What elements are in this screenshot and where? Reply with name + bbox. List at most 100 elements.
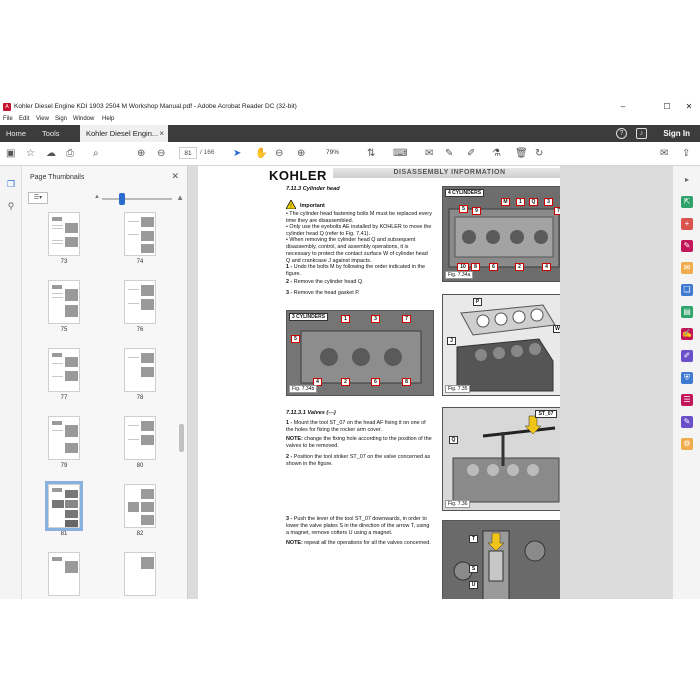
tab-tools[interactable]: Tools (42, 125, 60, 142)
panel-close-icon[interactable]: ✕ (171, 171, 179, 182)
thumbnail-page[interactable]: 79 (44, 416, 84, 469)
title-bar: A Kohler Diesel Engine KDI 1903 2504 M W… (0, 100, 700, 114)
rotate-icon[interactable]: ↻ (535, 147, 543, 161)
keyboard-icon[interactable]: ⌨ (393, 147, 407, 161)
menu-window[interactable]: Window (73, 116, 94, 122)
menu-view[interactable]: View (36, 116, 49, 122)
figure-tag: 6 (371, 378, 380, 386)
step-text: Position the tool striker ST_07 on the v… (286, 454, 431, 467)
cylinder-head-illustration (300, 330, 422, 384)
step-text: Mount the tool ST_07 on the head AF fixi… (286, 420, 426, 433)
combine-files-icon[interactable]: ❏ (681, 284, 693, 296)
protect-icon[interactable]: ⛨ (681, 372, 693, 384)
prepare-form-icon[interactable]: ☰ (681, 394, 693, 406)
page-total: / 166 (200, 149, 215, 156)
search-icon[interactable]: ⌕ (93, 147, 99, 161)
figure-tag: U (469, 581, 478, 589)
thumbnail-label: 82 (136, 531, 144, 537)
request-signatures-icon[interactable]: ✎ (681, 416, 693, 428)
more-tools-icon[interactable]: ⚙ (681, 438, 693, 450)
thumbnail-page-selected[interactable]: 81 (44, 481, 84, 537)
draw-icon[interactable]: ✐ (467, 147, 475, 161)
menu-file[interactable]: File (3, 116, 13, 122)
thumbnail-image (124, 212, 156, 256)
select-cursor-icon[interactable]: ➤ (233, 147, 241, 161)
thumbnail-image (124, 484, 156, 528)
previous-page-icon[interactable]: ⊕ (137, 147, 145, 161)
fill-sign-icon[interactable]: ✍ (681, 328, 693, 340)
thumbnail-page[interactable]: 76 (120, 280, 160, 333)
pdf-page: KOHLER DISASSEMBLY INFORMATION 7 7.11.3 … (198, 166, 560, 599)
thumbnails-scrollbar[interactable] (178, 212, 186, 599)
thumbnail-page[interactable]: 82 (120, 484, 160, 537)
menu-sign[interactable]: Sign (55, 116, 67, 122)
window-title: Kohler Diesel Engine KDI 1903 2504 M Wor… (14, 103, 297, 110)
save-icon[interactable]: ▣ (6, 147, 15, 161)
print-icon[interactable]: ⎙ (66, 147, 74, 161)
step-number: NOTE: (286, 540, 303, 546)
delete-icon[interactable]: 🗑 (515, 147, 528, 161)
thumbnail-page[interactable]: 74 (120, 212, 160, 265)
figure-tag: 1 (341, 315, 350, 323)
minimize-button[interactable]: – (612, 101, 634, 113)
thumbnail-image (48, 416, 80, 460)
email-icon[interactable]: ✉ (660, 147, 668, 161)
tab-home[interactable]: Home (6, 125, 26, 142)
page-thumbnails-icon[interactable]: ❐ (5, 178, 17, 190)
document-view[interactable]: KOHLER DISASSEMBLY INFORMATION 7 7.11.3 … (188, 166, 700, 599)
attachments-icon[interactable]: ⚲ (5, 200, 17, 212)
thumbnail-page[interactable]: 78 (120, 348, 160, 401)
thumbnail-page[interactable] (44, 552, 84, 596)
menu-help[interactable]: Help (102, 116, 114, 122)
large-mountain-icon: ▲ (176, 193, 184, 202)
tab-close-icon[interactable]: × (159, 125, 164, 142)
bookmark-star-icon[interactable]: ☆ (26, 147, 35, 161)
tab-document-label: Kohler Diesel Engin... (86, 129, 159, 138)
thumbnail-options-icon[interactable]: ☰▾ (28, 192, 48, 204)
hand-tool-icon[interactable]: ✋ (255, 147, 267, 161)
thumbnail-page[interactable]: 73 (44, 212, 84, 265)
step-number: 3 - (286, 290, 293, 296)
menu-edit[interactable]: Edit (19, 116, 29, 122)
comment-icon[interactable]: ✉ (425, 147, 433, 161)
thumbnail-size-slider[interactable]: ▲ ▲ (94, 193, 184, 205)
tab-bar: Home Tools Kohler Diesel Engin... × ? ♪ … (0, 125, 700, 142)
next-page-icon[interactable]: ⊖ (157, 147, 165, 161)
fit-page-icon[interactable]: ⇅ (367, 147, 375, 161)
thumbnail-page[interactable] (120, 552, 160, 596)
thumbnail-page[interactable]: 75 (44, 280, 84, 333)
figure-tag: M (501, 198, 510, 206)
help-icon[interactable]: ? (616, 128, 627, 139)
maximize-button[interactable]: ☐ (656, 101, 678, 113)
comment-tool-icon[interactable]: ✉ (681, 262, 693, 274)
left-navigation-rail: ❐ ⚲ (0, 166, 22, 599)
close-window-button[interactable]: ✕ (678, 101, 700, 113)
notifications-icon[interactable]: ♪ (636, 128, 647, 139)
create-pdf-icon[interactable]: + (681, 218, 693, 230)
sign-in-link[interactable]: Sign In (663, 125, 690, 142)
thumbnail-label: 74 (136, 259, 144, 265)
organize-pages-icon[interactable]: ▤ (681, 306, 693, 318)
thumbnail-page[interactable]: 77 (44, 348, 84, 401)
zoom-out-icon[interactable]: ⊖ (275, 147, 283, 161)
thumbnail-page[interactable]: 80 (120, 416, 160, 469)
zoom-level-select[interactable]: 79% (321, 147, 349, 159)
send-for-signature-icon[interactable]: ✐ (681, 350, 693, 362)
figure-tag: 3 (371, 315, 380, 323)
figure-tag: 2 (341, 378, 350, 386)
stamp-icon[interactable]: ⚗ (492, 147, 501, 161)
export-pdf-icon[interactable]: ⇱ (681, 196, 693, 208)
kohler-logo: KOHLER (269, 168, 327, 183)
right-tools-rail: ▸ ⇱ + ✎ ✉ ❏ ▤ ✍ ✐ ⛨ ☰ ✎ ⚙ (672, 166, 700, 599)
upload-cloud-icon[interactable]: ☁ (46, 147, 56, 161)
collapse-panel-icon[interactable]: ▸ (681, 174, 693, 186)
zoom-in-icon[interactable]: ⊕ (297, 147, 305, 161)
scroll-thumb[interactable] (179, 424, 184, 452)
figure-tag: 3 (544, 198, 553, 206)
highlight-pen-icon[interactable]: ✎ (445, 147, 453, 161)
tab-document[interactable]: Kohler Diesel Engin... × (80, 125, 168, 142)
page-number-input[interactable]: 81 (179, 147, 197, 159)
slider-knob[interactable] (119, 193, 125, 205)
edit-pdf-icon[interactable]: ✎ (681, 240, 693, 252)
share-icon[interactable]: ⇪ (682, 147, 690, 161)
